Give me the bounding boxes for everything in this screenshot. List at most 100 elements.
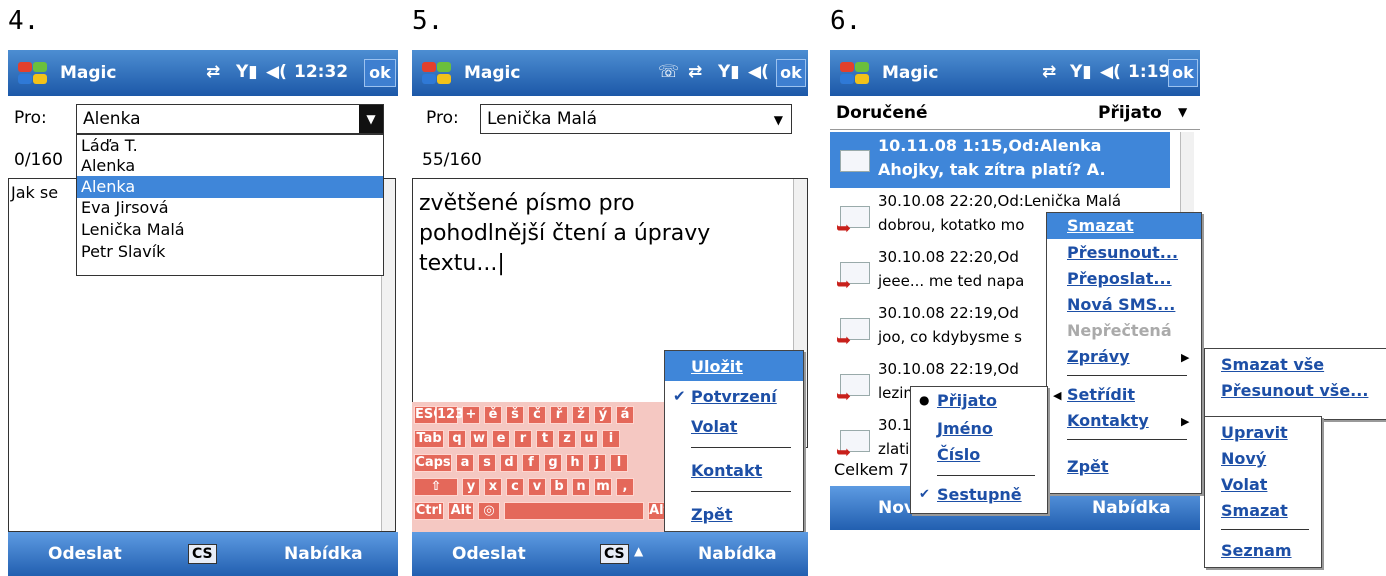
key[interactable]: q: [448, 430, 466, 448]
menu-item-forward[interactable]: Přeposlat...: [1067, 269, 1172, 288]
clock: 12:32: [294, 62, 349, 82]
key[interactable]: Tab: [414, 430, 444, 448]
key[interactable]: a: [456, 454, 474, 472]
menu-softkey[interactable]: Nabídka: [284, 544, 363, 564]
ok-button[interactable]: ok: [1168, 59, 1198, 87]
key[interactable]: n: [572, 478, 590, 496]
ok-button[interactable]: ok: [364, 59, 396, 87]
list-item[interactable]: Láďa T.: [77, 135, 383, 157]
recipient-dropdown[interactable]: Alenka ▼: [76, 104, 384, 134]
sort-option-name[interactable]: Jméno: [937, 419, 993, 438]
key[interactable]: š: [506, 406, 524, 424]
key[interactable]: ESC: [414, 406, 443, 424]
recipient-dropdown[interactable]: Lenička Malá ▼: [480, 104, 792, 134]
list-item[interactable]: Alenka: [77, 155, 383, 177]
key[interactable]: y: [462, 478, 480, 496]
menu-item-sort[interactable]: Setřídit: [1067, 385, 1135, 404]
ok-button[interactable]: ok: [776, 59, 806, 87]
menu-softkey[interactable]: Nabídka: [1092, 498, 1171, 518]
step-number-5: 5.: [412, 6, 444, 36]
key[interactable]: 123: [436, 406, 464, 424]
sort-option-descending[interactable]: Sestupně: [937, 485, 1022, 504]
menu-item-contact[interactable]: Kontakt: [691, 461, 762, 480]
key[interactable]: ,: [616, 478, 634, 496]
dropdown-arrow-icon[interactable]: ▼: [359, 105, 383, 133]
sort-option-received[interactable]: Přijato: [937, 391, 997, 410]
key[interactable]: v: [528, 478, 546, 496]
menu-item-call[interactable]: Volat: [1221, 475, 1267, 494]
list-item[interactable]: Eva Jirsová: [77, 197, 383, 219]
key[interactable]: i: [602, 430, 620, 448]
chevron-down-icon[interactable]: ▼: [1178, 105, 1187, 119]
chevron-up-icon[interactable]: ▲: [634, 544, 643, 558]
menu-item-delete-contact[interactable]: Smazat: [1221, 501, 1288, 520]
key[interactable]: s: [478, 454, 496, 472]
key[interactable]: č: [528, 406, 546, 424]
alt-key[interactable]: Alt: [448, 502, 474, 520]
space-key[interactable]: [504, 502, 644, 520]
key[interactable]: á: [616, 406, 634, 424]
key[interactable]: ř: [550, 406, 568, 424]
key[interactable]: l: [610, 454, 628, 472]
menu-item-back[interactable]: Zpět: [1067, 457, 1109, 476]
symbols-icon[interactable]: ◎: [478, 502, 500, 520]
key[interactable]: ž: [572, 406, 590, 424]
folder-name[interactable]: Doručené: [836, 103, 928, 123]
key[interactable]: g: [544, 454, 562, 472]
windows-start-icon[interactable]: [420, 60, 454, 86]
key[interactable]: ě: [484, 406, 502, 424]
sort-option-number[interactable]: Číslo: [937, 445, 980, 464]
shift-key[interactable]: ⇧: [414, 478, 458, 496]
key[interactable]: h: [566, 454, 584, 472]
menu-item-move[interactable]: Přesunout...: [1067, 243, 1178, 262]
send-softkey[interactable]: Odeslat: [48, 544, 122, 564]
key[interactable]: z: [558, 430, 576, 448]
message-text: zvětšené písmo pro pohodlnější čtení a ú…: [419, 189, 710, 279]
list-item[interactable]: Petr Slavík: [77, 241, 383, 263]
menu-softkey[interactable]: Nabídka: [698, 544, 777, 564]
key[interactable]: ý: [594, 406, 612, 424]
connectivity-icon: ⇄: [688, 62, 703, 82]
menu-item-messages[interactable]: Zprávy: [1067, 347, 1130, 366]
list-item[interactable]: Lenička Malá: [77, 219, 383, 241]
key[interactable]: j: [588, 454, 606, 472]
menu-item-delete-all[interactable]: Smazat vše: [1221, 355, 1324, 374]
menu-item-list[interactable]: Seznam: [1221, 541, 1292, 560]
message-preview: Ahojky, tak zítra platí? A.: [878, 160, 1106, 179]
key[interactable]: d: [500, 454, 518, 472]
list-item-selected[interactable]: Alenka: [77, 176, 383, 198]
key[interactable]: Caps: [414, 454, 452, 472]
key[interactable]: u: [580, 430, 598, 448]
input-mode-button[interactable]: CS: [600, 544, 629, 564]
key[interactable]: b: [550, 478, 568, 496]
menu-item-delete[interactable]: Smazat: [1067, 216, 1134, 235]
key[interactable]: e: [492, 430, 510, 448]
menu-item-edit[interactable]: Upravit: [1221, 423, 1288, 442]
menu-item-back[interactable]: Zpět: [691, 505, 733, 524]
menu-item-new-sms[interactable]: Nová SMS...: [1067, 295, 1175, 314]
message-row-selected[interactable]: 10.11.08 1:15,Od:Alenka Ahojky, tak zítr…: [830, 132, 1170, 188]
key[interactable]: r: [514, 430, 532, 448]
windows-start-icon[interactable]: [838, 60, 872, 86]
sort-label[interactable]: Přijato: [1098, 103, 1162, 123]
message-preview: zlati: [878, 440, 910, 458]
key[interactable]: x: [484, 478, 502, 496]
menu-item-delivery-report[interactable]: Potvrzení: [691, 387, 777, 406]
ctrl-key[interactable]: Ctrl: [414, 502, 444, 520]
menu-item-call[interactable]: Volat: [691, 417, 737, 436]
input-mode-button[interactable]: CS: [188, 544, 217, 564]
menu-item-new[interactable]: Nový: [1221, 449, 1266, 468]
key[interactable]: t: [536, 430, 554, 448]
chevron-down-icon[interactable]: ▼: [774, 113, 783, 127]
key[interactable]: +: [462, 406, 480, 424]
windows-start-icon[interactable]: [16, 60, 50, 86]
key[interactable]: m: [594, 478, 612, 496]
menu-item-save[interactable]: Uložit: [691, 357, 743, 376]
key[interactable]: w: [470, 430, 488, 448]
menu-item-contacts[interactable]: Kontakty: [1067, 411, 1149, 430]
key[interactable]: f: [522, 454, 540, 472]
key[interactable]: c: [506, 478, 524, 496]
menu-item-move-all[interactable]: Přesunout vše...: [1221, 381, 1368, 400]
send-softkey[interactable]: Odeslat: [452, 544, 526, 564]
sort-submenu: ● Přijato Jméno Číslo ✔ Sestupně: [910, 386, 1048, 514]
